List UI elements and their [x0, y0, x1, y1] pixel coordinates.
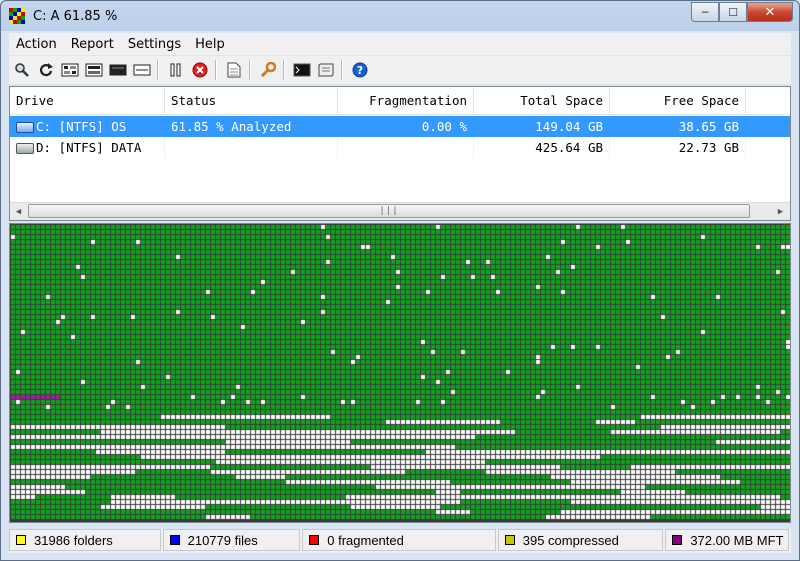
total-space-cell: 149.04 GB: [474, 116, 610, 137]
app-icon: [9, 8, 25, 24]
toolbar-separator: [157, 60, 159, 80]
red-square-icon: [309, 535, 320, 545]
quick-optimize-button[interactable]: [59, 59, 81, 81]
status-compressed: 395 compressed: [497, 529, 664, 551]
toolbar-separator: [341, 60, 343, 80]
toolbar-separator: [215, 60, 217, 80]
wrench-icon: [260, 62, 276, 78]
mft-optimize-icon: [109, 64, 127, 76]
close-icon: ✕: [764, 4, 776, 20]
total-space-cell: 425.64 GB: [474, 137, 610, 158]
boot-time-button[interactable]: [291, 59, 313, 81]
report-icon: [227, 62, 241, 78]
column-percent[interactable]: %: [746, 87, 790, 114]
scroll-right-icon[interactable]: ▶: [772, 203, 789, 220]
minimize-button[interactable]: ─: [691, 2, 719, 22]
drive-name: C: [NTFS] OS: [36, 119, 127, 134]
menu-settings[interactable]: Settings: [121, 37, 188, 52]
pause-button[interactable]: [165, 59, 187, 81]
refresh-icon: [39, 63, 53, 77]
pause-icon: [170, 63, 181, 77]
close-button[interactable]: ✕: [747, 2, 793, 22]
hard-drive-icon: [16, 122, 34, 133]
settings-button[interactable]: [257, 59, 279, 81]
status-mft: 372.00 MB MFT: [665, 529, 789, 551]
magnifier-icon: [15, 63, 29, 77]
stop-button[interactable]: [189, 59, 211, 81]
column-status[interactable]: Status: [165, 87, 338, 114]
status-folders: 31986 folders: [9, 529, 161, 551]
column-drive[interactable]: Drive: [10, 87, 165, 114]
drive-cell: D: [NTFS] DATA: [10, 137, 165, 158]
svg-text:?: ?: [357, 64, 363, 77]
report-button[interactable]: [223, 59, 245, 81]
column-fragmentation[interactable]: Fragmentation: [338, 87, 474, 114]
yellow-square-icon: [16, 535, 26, 545]
blue-square-icon: [169, 535, 180, 545]
window-title: C: A 61.85 %: [33, 9, 118, 24]
toolbar-separator: [283, 60, 285, 80]
scrollbar-thumb[interactable]: |||: [28, 204, 750, 218]
status-fragmented: 0 fragmented: [302, 529, 496, 551]
files-count: 210779 files: [187, 532, 258, 548]
maximize-button[interactable]: ☐: [719, 2, 747, 22]
toolbar-separator: [249, 60, 251, 80]
percent-cell: [746, 116, 790, 137]
drive-cell: C: [NTFS] OS: [10, 116, 165, 137]
fragmentation-cell: 0.00 %: [338, 116, 474, 137]
mft-size: 372.00 MB MFT: [690, 532, 784, 548]
toolbar: ?: [9, 56, 791, 84]
main-window: C: A 61.85 % ─ ☐ ✕ Action Report Setting…: [0, 0, 800, 561]
minimize-icon: ─: [701, 5, 709, 19]
status-cell: [165, 137, 338, 158]
drive-list-header: Drive Status Fragmentation Total Space F…: [10, 87, 790, 115]
full-optimize-button[interactable]: [83, 59, 105, 81]
free-space-cell: 22.73 GB: [610, 137, 746, 158]
olive-square-icon: [504, 535, 515, 545]
full-optimize-icon: [85, 63, 103, 77]
menu-action[interactable]: Action: [9, 37, 64, 52]
help-icon: ?: [352, 62, 368, 78]
menu-bar: Action Report Settings Help: [9, 33, 791, 55]
status-files: 210779 files: [162, 529, 301, 551]
drive-row-c[interactable]: C: [NTFS] OS 61.85 % Analyzed 0.00 % 149…: [10, 116, 790, 137]
menu-report[interactable]: Report: [64, 37, 121, 52]
console-icon: [293, 63, 311, 77]
percent-cell: [746, 137, 790, 158]
status-bar: 31986 folders 210779 files 0 fragmented …: [9, 529, 791, 553]
fragmentation-cell: [338, 137, 474, 158]
drive-map-icon: [133, 64, 151, 76]
purple-square-icon: [672, 535, 683, 545]
quick-optimize-icon: [61, 63, 79, 77]
drive-name: D: [NTFS] DATA: [36, 140, 142, 155]
status-cell: 61.85 % Analyzed: [165, 116, 338, 137]
script-icon: [318, 63, 334, 77]
stop-icon: [192, 62, 208, 78]
drive-list: Drive Status Fragmentation Total Space F…: [9, 86, 791, 221]
maximize-icon: ☐: [728, 5, 738, 19]
folders-count: 31986 folders: [34, 532, 113, 548]
help-button[interactable]: ?: [349, 59, 371, 81]
fragmented-count: 0 fragmented: [327, 532, 404, 548]
script-button[interactable]: [315, 59, 337, 81]
mft-optimize-button[interactable]: [107, 59, 129, 81]
analyze-button[interactable]: [11, 59, 33, 81]
hard-drive-icon: [16, 143, 34, 154]
drive-map-button[interactable]: [131, 59, 153, 81]
scroll-left-icon[interactable]: ◀: [10, 203, 27, 220]
horizontal-scrollbar[interactable]: ◀ ||| ▶: [10, 202, 790, 220]
column-total-space[interactable]: Total Space: [474, 87, 610, 114]
compressed-count: 395 compressed: [522, 532, 619, 548]
drive-row-d[interactable]: D: [NTFS] DATA 425.64 GB 22.73 GB: [10, 137, 790, 158]
column-free-space[interactable]: Free Space: [610, 87, 746, 114]
menu-help[interactable]: Help: [188, 37, 232, 52]
cluster-map-canvas: [10, 224, 790, 522]
defragment-button[interactable]: [35, 59, 57, 81]
cluster-map: [9, 223, 791, 523]
free-space-cell: 38.65 GB: [610, 116, 746, 137]
title-bar[interactable]: C: A 61.85 % ─ ☐ ✕: [1, 1, 799, 31]
